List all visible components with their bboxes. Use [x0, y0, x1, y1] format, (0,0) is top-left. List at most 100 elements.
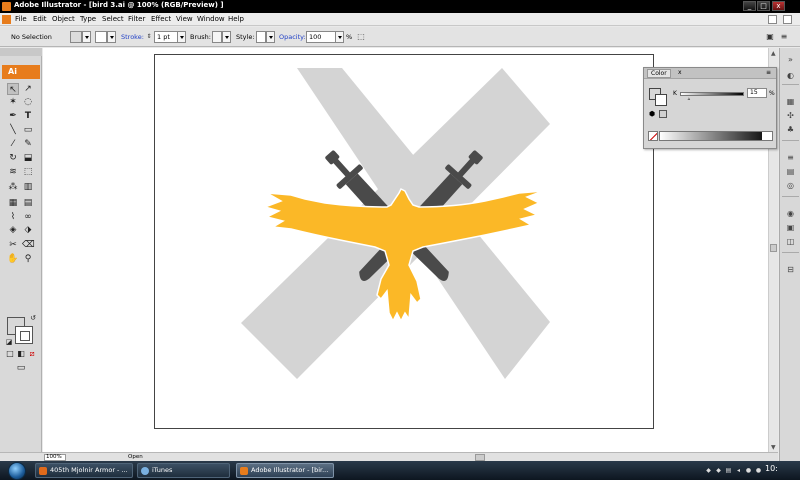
symbols-panel-icon[interactable]: ♣: [785, 124, 796, 135]
system-clock[interactable]: 10:: [765, 464, 778, 473]
swatches-panel-icon[interactable]: ▦: [785, 96, 796, 107]
k-slider-thumb[interactable]: ▵: [688, 96, 691, 102]
style-dropdown[interactable]: [266, 31, 275, 43]
pencil-tool-icon[interactable]: ✎: [22, 138, 34, 150]
color-panel-icon[interactable]: ◐: [785, 70, 796, 81]
tray-icon-4[interactable]: ●: [755, 467, 762, 474]
panel-menu-icon[interactable]: ≡: [779, 32, 789, 42]
scroll-up-icon[interactable]: ▲: [771, 50, 776, 57]
menu-select[interactable]: Select: [102, 15, 124, 23]
appearance-panel-icon[interactable]: ◉: [785, 208, 796, 219]
tray-icon-2[interactable]: ◆: [715, 467, 722, 474]
volume-icon[interactable]: ◂: [735, 467, 742, 474]
stroke-dropdown[interactable]: [107, 31, 116, 43]
hand-tool-icon[interactable]: ✋: [7, 253, 19, 265]
scale-tool-icon[interactable]: ⬓: [22, 152, 34, 164]
menu-edit[interactable]: Edit: [33, 15, 47, 23]
menu-help[interactable]: Help: [228, 15, 244, 23]
tools-panel-grip[interactable]: [0, 48, 42, 56]
align-panel-icon[interactable]: ⊟: [785, 264, 796, 275]
paintbrush-tool-icon[interactable]: ⁄: [7, 138, 19, 150]
selection-tool-icon[interactable]: ↖: [7, 83, 19, 95]
live-paint-bucket-tool-icon[interactable]: ◈: [7, 224, 19, 236]
rectangle-tool-icon[interactable]: ▭: [22, 124, 34, 136]
stroke-panel-icon[interactable]: ≡: [785, 152, 796, 163]
brushes-panel-icon[interactable]: ✣: [785, 110, 796, 121]
gradient-panel-icon[interactable]: ▤: [785, 166, 796, 177]
artboard[interactable]: [154, 54, 654, 429]
zoom-level-field[interactable]: 100%: [44, 454, 66, 461]
gradient-tool-icon[interactable]: ▤: [22, 197, 34, 209]
slice-tool-icon[interactable]: ✂: [7, 239, 19, 251]
lasso-tool-icon[interactable]: ◌: [22, 96, 34, 108]
k-value-field[interactable]: 15: [747, 88, 767, 98]
eyedropper-tool-icon[interactable]: ⌇: [7, 211, 19, 223]
transparency-panel-icon[interactable]: ◎: [785, 180, 796, 191]
color-panel-close-icon[interactable]: x: [678, 69, 682, 76]
stroke-swatch[interactable]: [95, 31, 107, 43]
type-tool-icon[interactable]: T: [22, 110, 34, 122]
stroke-stepper-icon[interactable]: ⇕: [144, 32, 154, 42]
close-button[interactable]: x: [772, 1, 785, 11]
mesh-tool-icon[interactable]: ▦: [7, 197, 19, 209]
menu-file[interactable]: File: [15, 15, 27, 23]
document-setup-icon[interactable]: ▣: [765, 32, 775, 42]
live-paint-selection-tool-icon[interactable]: ⬗: [22, 224, 34, 236]
horizontal-scroll-thumb[interactable]: [475, 454, 485, 461]
opacity-dropdown[interactable]: [335, 31, 344, 43]
menu-view[interactable]: View: [176, 15, 193, 23]
magic-wand-tool-icon[interactable]: ✶: [7, 96, 19, 108]
vertical-scroll-thumb[interactable]: [770, 244, 777, 252]
menu-effect[interactable]: Effect: [151, 15, 171, 23]
scroll-down-icon[interactable]: ▼: [771, 444, 776, 451]
workspace-icon[interactable]: [768, 15, 777, 24]
out-of-gamut-icon[interactable]: ⬢: [649, 110, 655, 118]
stroke-weight-field[interactable]: 1 pt: [154, 31, 178, 43]
color-panel-header[interactable]: Color x ≡: [644, 68, 776, 79]
default-fill-stroke-icon[interactable]: ◪: [3, 336, 15, 348]
eraser-tool-icon[interactable]: ⌫: [22, 239, 35, 251]
brush-dropdown[interactable]: [222, 31, 231, 43]
opacity-field[interactable]: 100: [306, 31, 336, 43]
menu-object[interactable]: Object: [52, 15, 75, 23]
layers-panel-icon[interactable]: ◫: [785, 236, 796, 247]
start-button[interactable]: [8, 462, 26, 480]
fill-swatch[interactable]: [70, 31, 82, 43]
menu-window[interactable]: Window: [197, 15, 225, 23]
warp-tool-icon[interactable]: ≋: [7, 166, 19, 178]
illustrator-app-icon[interactable]: [2, 2, 11, 11]
white-swatch[interactable]: [762, 132, 772, 140]
stroke-color-box[interactable]: [15, 326, 33, 344]
pen-tool-icon[interactable]: ✒: [7, 110, 19, 122]
blend-tool-icon[interactable]: ∞: [22, 211, 34, 223]
fill-dropdown[interactable]: [82, 31, 91, 43]
opacity-label[interactable]: Opacity:: [279, 33, 306, 41]
column-graph-tool-icon[interactable]: ▥: [22, 181, 34, 193]
stroke-label[interactable]: Stroke:: [121, 33, 144, 41]
screen-mode-icon[interactable]: ▭: [13, 362, 29, 374]
taskbar-item-browser[interactable]: 405th Mjolnir Armor - ...: [35, 463, 133, 478]
menu-type[interactable]: Type: [80, 15, 96, 23]
none-mode-icon[interactable]: ⧄: [26, 348, 38, 360]
color-panel-stroke-box[interactable]: [655, 94, 667, 106]
taskbar-item-illustrator[interactable]: Adobe Illustrator - [bir...: [236, 463, 334, 478]
maximize-button[interactable]: □: [757, 1, 770, 11]
free-transform-tool-icon[interactable]: ⬚: [22, 166, 34, 178]
web-safe-swatch[interactable]: [659, 110, 667, 118]
symbol-sprayer-tool-icon[interactable]: ⁂: [7, 181, 19, 193]
direct-selection-tool-icon[interactable]: ↗: [22, 83, 34, 95]
network-icon[interactable]: ▤: [725, 467, 732, 474]
tray-icon-1[interactable]: ◆: [705, 467, 712, 474]
document-status[interactable]: Open: [128, 454, 143, 460]
brush-swatch[interactable]: [212, 31, 222, 43]
graphic-styles-panel-icon[interactable]: ▣: [785, 222, 796, 233]
color-spectrum-bar[interactable]: [659, 131, 773, 141]
bridge-icon[interactable]: [783, 15, 792, 24]
minimize-button[interactable]: _: [743, 1, 756, 11]
recolor-artwork-icon[interactable]: ⬚: [356, 32, 366, 42]
line-tool-icon[interactable]: ╲: [7, 124, 19, 136]
stroke-weight-dropdown[interactable]: [177, 31, 186, 43]
taskbar-item-itunes[interactable]: iTunes: [137, 463, 230, 478]
color-tab[interactable]: Color: [647, 69, 671, 78]
document-icon[interactable]: [2, 15, 11, 24]
